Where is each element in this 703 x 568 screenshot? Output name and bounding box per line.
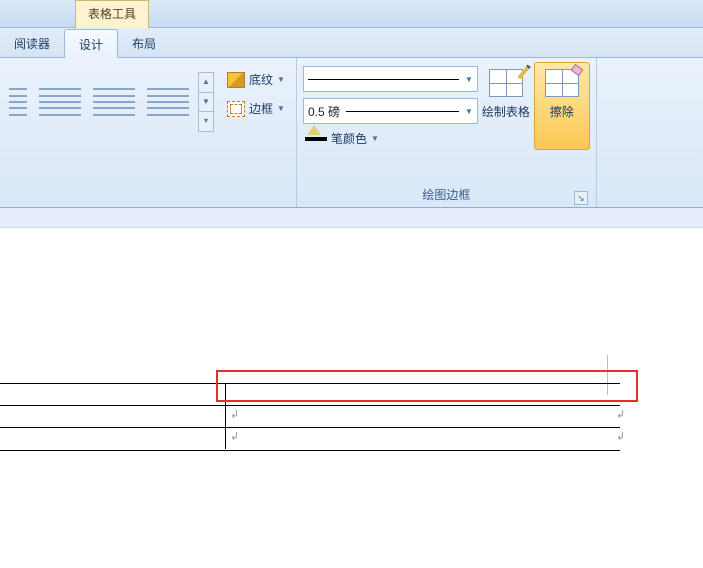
line-style-preview-icon: [308, 79, 459, 80]
group-draw-borders-label: 绘图边框: [422, 188, 470, 202]
chevron-down-icon: ▼: [465, 75, 473, 84]
table-row[interactable]: [0, 406, 620, 428]
table-style-thumb[interactable]: [6, 80, 30, 124]
tab-design[interactable]: 设计: [64, 29, 118, 58]
gallery-scroll-up-icon[interactable]: ▲: [199, 73, 213, 93]
table-row[interactable]: [0, 428, 620, 450]
chevron-down-icon: ▼: [465, 107, 473, 116]
borders-label: 边框: [249, 100, 273, 117]
ribbon: ▲ ▼ ▾ 底纹 ▼ 边框 ▼: [0, 58, 703, 208]
chevron-down-icon: ▼: [277, 75, 285, 84]
chevron-down-icon: ▼: [277, 104, 285, 113]
contextual-tab-label: 表格工具: [88, 7, 136, 21]
pen-color-swatch-icon: [305, 137, 327, 141]
draw-table-label: 绘制表格: [482, 103, 530, 120]
pen-weight-value: 0.5 磅: [308, 103, 340, 120]
shading-button[interactable]: 底纹 ▼: [222, 68, 290, 91]
draw-table-button[interactable]: 绘制表格: [478, 62, 534, 150]
tab-layout-label: 布局: [132, 37, 156, 51]
group-draw-borders: ▼ 0.5 磅 ▼ 笔颜色 ▼ 绘制表格: [297, 58, 597, 207]
paragraph-mark-icon: ↲: [230, 408, 239, 421]
gallery-more-icon[interactable]: ▾: [199, 112, 213, 131]
chevron-down-icon: ▼: [371, 134, 379, 143]
pen-weight-combo[interactable]: 0.5 磅 ▼: [303, 98, 478, 124]
line-weight-preview-icon: [346, 111, 459, 112]
erase-label: 擦除: [550, 103, 574, 120]
document-canvas[interactable]: ↲ ↲ ↲ ↲: [0, 228, 703, 568]
gallery-scroll-down-icon[interactable]: ▼: [199, 93, 213, 113]
group-table-styles-label: [6, 186, 290, 207]
table-row[interactable]: [0, 384, 620, 406]
table-cell-divider: [225, 383, 226, 449]
paint-bucket-icon: [227, 72, 245, 88]
paragraph-mark-icon: ↲: [616, 430, 625, 443]
borders-button[interactable]: 边框 ▼: [222, 97, 290, 120]
document-table[interactable]: [0, 383, 620, 451]
border-grid-icon: [227, 101, 245, 117]
tab-layout[interactable]: 布局: [118, 29, 170, 57]
pen-color-label: 笔颜色: [331, 130, 367, 147]
tab-reader-label: 阅读器: [14, 37, 50, 51]
pen-style-combo[interactable]: ▼: [303, 66, 478, 92]
dialog-launcher-icon[interactable]: ↘: [574, 191, 588, 205]
table-style-thumb[interactable]: [90, 80, 138, 124]
table-style-gallery[interactable]: ▲ ▼ ▾: [6, 62, 214, 142]
contextual-tab-table-tools: 表格工具: [75, 0, 149, 28]
pen-color-button[interactable]: 笔颜色 ▼: [303, 130, 478, 147]
paragraph-mark-icon: ↲: [616, 408, 625, 421]
table-style-thumb[interactable]: [144, 80, 192, 124]
shading-label: 底纹: [249, 71, 273, 88]
group-table-styles: ▲ ▼ ▾ 底纹 ▼ 边框 ▼: [0, 58, 297, 207]
title-bar: 表格工具: [0, 0, 703, 28]
table-style-thumb[interactable]: [36, 80, 84, 124]
eraser-icon: [545, 69, 579, 97]
tab-design-label: 设计: [79, 38, 103, 52]
erase-button[interactable]: 擦除: [534, 62, 590, 150]
draw-table-icon: [489, 69, 523, 97]
gallery-scroll: ▲ ▼ ▾: [198, 72, 214, 132]
paragraph-mark-icon: ↲: [230, 430, 239, 443]
tab-reader[interactable]: 阅读器: [0, 29, 64, 57]
ruler: [0, 208, 703, 228]
ribbon-tabbar: 阅读器 设计 布局: [0, 28, 703, 58]
